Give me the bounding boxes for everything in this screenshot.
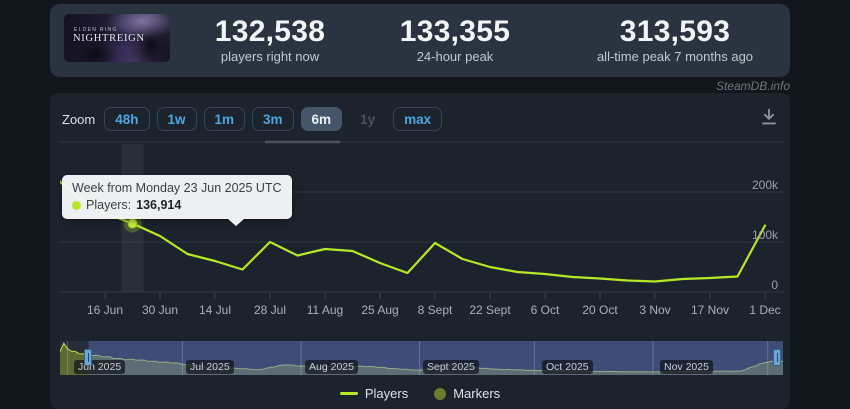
markers-swatch-icon bbox=[434, 387, 447, 400]
zoom-button-3m[interactable]: 3m bbox=[252, 107, 294, 131]
peak-24h-value: 133,355 bbox=[399, 15, 511, 48]
chart-tooltip: Week from Monday 23 Jun 2025 UTC Players… bbox=[62, 175, 292, 226]
alltime-peak-value: 313,593 bbox=[619, 15, 731, 48]
x-axis-label-28-Jul: 28 Jul bbox=[254, 303, 286, 317]
download-button[interactable] bbox=[758, 106, 780, 128]
zoom-button-1m[interactable]: 1m bbox=[203, 107, 246, 131]
x-axis-label-22-Sept: 22 Sept bbox=[469, 303, 511, 317]
x-axis-label-1-Dec: 1 Dec bbox=[749, 303, 780, 317]
zoom-button-6m[interactable]: 6m bbox=[300, 107, 343, 131]
navigator-right-handle[interactable] bbox=[773, 349, 781, 366]
legend-label: Players bbox=[364, 386, 409, 401]
steamdb-watermark: SteamDB.info bbox=[715, 79, 790, 93]
tooltip-value: 136,914 bbox=[136, 198, 182, 212]
navigator-month-label-Jun-2025: Jun 2025 bbox=[74, 360, 126, 374]
navigator-month-label-Nov-2025: Nov 2025 bbox=[660, 360, 713, 374]
zoom-button-max[interactable]: max bbox=[393, 107, 443, 131]
game-subtitle: NIGHTREIGN bbox=[73, 33, 145, 44]
x-axis-label-25-Aug: 25 Aug bbox=[361, 303, 398, 317]
navigator-month-label-Aug-2025: Aug 2025 bbox=[305, 360, 358, 374]
navigator-month-label-Sept-2025: Sept 2025 bbox=[423, 360, 479, 374]
x-axis-label-17-Nov: 17 Nov bbox=[691, 303, 729, 317]
download-icon bbox=[762, 108, 776, 125]
players-chart-plot[interactable]: 0 100k 200k 16 Jun 30 Jun 14 Jul 28 Jul 11 Aug 2… bbox=[50, 140, 790, 325]
header-panel: ELDEN RING NIGHTREIGN 132,538 players ri… bbox=[50, 4, 790, 77]
zoom-button-1w[interactable]: 1w bbox=[156, 107, 197, 131]
x-axis-label-30-Jun: 30 Jun bbox=[142, 303, 178, 317]
x-axis-label-16-Jun: 16 Jun bbox=[87, 303, 123, 317]
players-now-label: players right now bbox=[220, 49, 320, 64]
tooltip-series-dot-icon bbox=[72, 200, 81, 210]
tooltip-series-label: Players: bbox=[86, 198, 132, 212]
navigator-month-label-Jul-2025: Jul 2025 bbox=[186, 360, 234, 374]
x-axis-label-20-Oct: 20 Oct bbox=[582, 303, 618, 317]
stat-24h-peak: 133,355 24-hour peak bbox=[365, 16, 545, 64]
stat-alltime-peak: 313,593 all-time peak 7 months ago bbox=[555, 16, 795, 64]
y-axis-label-200k: 200k bbox=[752, 178, 779, 192]
zoom-label: Zoom bbox=[62, 111, 96, 127]
zoom-button-48h[interactable]: 48h bbox=[104, 107, 150, 131]
hover-marker-dot[interactable] bbox=[127, 218, 138, 229]
steamdb-chart-widget: ELDEN RING NIGHTREIGN 132,538 players ri… bbox=[0, 0, 850, 409]
alltime-peak-label: all-time peak 7 months ago bbox=[596, 49, 754, 64]
x-axis-label-14-Jul: 14 Jul bbox=[199, 303, 231, 317]
range-navigator[interactable]: Jun 2025 Jul 2025 Aug 2025 Sept 2025 Oct 202… bbox=[60, 341, 783, 375]
x-axis-label-11-Aug: 11 Aug bbox=[307, 303, 343, 317]
y-axis-label-0: 0 bbox=[771, 278, 778, 292]
x-axis-label-8-Sept: 8 Sept bbox=[418, 303, 453, 317]
x-axis-label-3-Nov: 3 Nov bbox=[639, 303, 670, 317]
x-axis-label-6-Oct: 6 Oct bbox=[531, 303, 560, 317]
game-banner[interactable]: ELDEN RING NIGHTREIGN bbox=[64, 14, 170, 62]
chart-panel: Zoom 48h 1w 1m 3m 6m 1y max 0 100k 200k 16 Jun 30 … bbox=[50, 93, 790, 409]
peak-24h-label: 24-hour peak bbox=[416, 49, 494, 64]
navigator-left-handle[interactable] bbox=[84, 349, 92, 366]
legend-item-players[interactable]: Players bbox=[339, 386, 409, 401]
players-now-value: 132,538 bbox=[214, 15, 326, 48]
zoom-button-1y: 1y bbox=[360, 111, 376, 127]
chart-legend: Players Markers bbox=[50, 386, 790, 401]
stat-players-now: 132,538 players right now bbox=[180, 16, 360, 64]
y-axis-label-100k: 100k bbox=[752, 228, 779, 242]
players-swatch-icon bbox=[339, 392, 358, 395]
zoom-button-row: Zoom 48h 1w 1m 3m 6m 1y max bbox=[62, 107, 443, 131]
tooltip-title: Week from Monday 23 Jun 2025 UTC bbox=[72, 181, 282, 195]
navigator-month-label-Oct-2025: Oct 2025 bbox=[542, 360, 593, 374]
legend-item-markers[interactable]: Markers bbox=[434, 386, 500, 401]
legend-label: Markers bbox=[453, 386, 501, 401]
